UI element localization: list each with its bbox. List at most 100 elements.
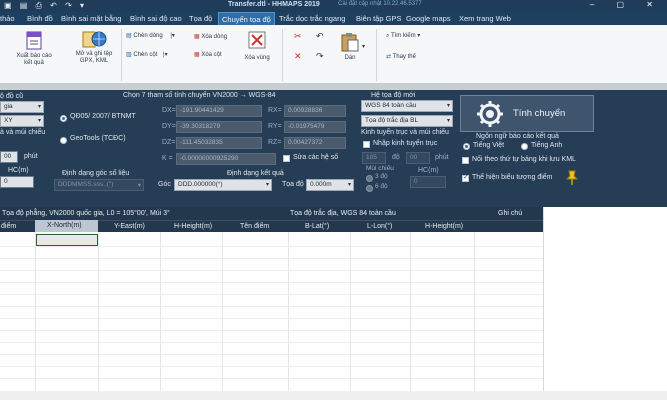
col-header-h-height[interactable]: H-Height(m) — [174, 223, 212, 230]
dy-label: DY= — [162, 123, 176, 130]
tab-profiles[interactable]: Trắc dọc trắc ngang — [279, 14, 345, 23]
new-type-select[interactable]: Tọa độ trắc địa BL ▾ — [361, 115, 453, 127]
pushpin-icon[interactable] — [566, 170, 578, 186]
table-row[interactable] — [0, 294, 543, 295]
export-report-button[interactable]: Xuất báo cáo kết quả — [14, 31, 54, 67]
tab-edit[interactable]: thảo — [0, 14, 15, 23]
hc-input[interactable]: 0 — [0, 176, 34, 188]
update-notice[interactable]: Cài đặt cập nhật 10.22.46.5377 — [338, 1, 422, 7]
selected-cell[interactable] — [36, 234, 98, 246]
tab-map[interactable]: Bình đồ — [27, 14, 53, 23]
table-row[interactable] — [0, 306, 543, 307]
convert-label: Tính chuyển — [513, 108, 566, 119]
old-coord-label: ộ đồ cũ — [0, 93, 23, 100]
geotools-radio[interactable] — [60, 137, 67, 144]
ry-input[interactable]: -0.01975479 — [284, 121, 346, 133]
notes-header: Ghi chú — [498, 210, 523, 217]
dy-input[interactable]: -39.30318279 — [176, 121, 262, 133]
find-button[interactable]: ⌕ Tìm kiếm ▾ — [386, 32, 420, 40]
tab-gps-editing[interactable]: Biên tập GPS — [356, 14, 401, 23]
delete-row-label: Xóa dòng — [201, 34, 228, 40]
tab-web-page[interactable]: Xem trang Web — [459, 14, 511, 23]
tab-vertical-adjustment[interactable]: Bình sai độ cao — [130, 14, 182, 23]
table-row[interactable] — [0, 258, 543, 259]
result-angle-value: DDD.000000(°) — [178, 181, 223, 188]
result-coord-select[interactable]: 0.000m ▾ — [306, 179, 354, 191]
angle-format-select[interactable]: DDDMMSS.sss..(") ▾ — [54, 179, 144, 191]
new-system-select[interactable]: WGS 84 toàn cầu ▾ — [361, 100, 453, 112]
replace-button[interactable]: ⇄ Thay thế — [386, 53, 416, 60]
minute-input[interactable]: 00 — [406, 152, 430, 164]
cut-icon[interactable]: ✂ — [294, 31, 302, 42]
lang-en-label: Tiếng Anh — [531, 142, 563, 149]
undo-icon[interactable]: ↶ — [316, 31, 324, 42]
lang-en-radio[interactable] — [521, 143, 528, 150]
delete-column-button[interactable]: ▦ Xóa cột — [194, 51, 222, 58]
k-label: K = — [162, 155, 173, 162]
col-header-b-lat[interactable]: B-Lat(°) — [305, 223, 329, 230]
table-row[interactable] — [0, 330, 543, 331]
kml-order-checkbox[interactable] — [462, 157, 469, 164]
table-row[interactable] — [0, 366, 543, 367]
tab-horizontal-adjustment[interactable]: Bình sai mặt bằng — [61, 14, 121, 23]
rx-input[interactable]: 0.00928836 — [284, 105, 346, 117]
lang-vi-radio[interactable] — [463, 143, 470, 150]
edit-params-label: Sửa các hệ số — [293, 154, 339, 161]
tab-coordinates[interactable]: Tọa độ — [189, 14, 212, 23]
input-meridian-checkbox[interactable] — [363, 141, 370, 148]
ribbon-separator — [282, 29, 283, 81]
report-lang-label: Ngôn ngữ báo cáo kết quả — [476, 133, 559, 140]
degree-label: độ — [392, 154, 400, 161]
insert-column-button[interactable]: ▥ Chèn cột |▾ — [126, 51, 168, 58]
table-row[interactable] — [0, 354, 543, 355]
dz-input[interactable]: -111.45032835 — [176, 137, 262, 149]
minutes-input[interactable]: 00 — [0, 151, 18, 163]
quick-access-toolbar[interactable]: ▣ ▤ ⎙ ↶ ↷ ▾ — [4, 1, 87, 11]
table-row[interactable] — [0, 246, 543, 247]
delete-icon[interactable]: ✕ — [294, 51, 302, 62]
hc-new-input[interactable]: 0 — [410, 176, 446, 188]
table-row[interactable] — [0, 342, 543, 343]
col-header-h-height-wgs[interactable]: H-Height(m) — [425, 223, 463, 230]
rz-input[interactable]: 0.00427372 — [284, 137, 346, 149]
window-controls[interactable]: – ▢ ✕ — [590, 0, 663, 9]
dropdown-icon: ▾ — [417, 33, 421, 39]
degree-input[interactable]: 105 — [362, 152, 386, 164]
coord-type-select[interactable]: XY ▾ — [0, 115, 44, 127]
title-bar: ▣ ▤ ⎙ ↶ ↷ ▾ Transfer.dtl - HHMAPS 2019 C… — [0, 0, 667, 12]
group-left-header: Tọa độ phẳng, VN2000 quốc gia, L0 = 105°… — [2, 210, 170, 217]
delete-row-button[interactable]: ▦ Xóa dòng — [194, 33, 227, 40]
paste-button[interactable]: Dán — [336, 31, 364, 61]
edit-params-checkbox[interactable] — [283, 155, 290, 162]
show-symbol-label: Thể hiện biểu tượng điểm — [472, 174, 553, 181]
result-angle-select[interactable]: DDD.000000(°) ▾ — [174, 179, 272, 191]
col-header-point-name[interactable]: Tên điểm — [240, 223, 269, 230]
gps-kml-button[interactable]: Mở và ghi tệp GPX, KML — [70, 29, 118, 65]
qd05-radio[interactable] — [60, 115, 67, 122]
old-system-select[interactable]: gia ▾ — [0, 101, 44, 113]
k-input[interactable]: -0.00000000925290 — [176, 153, 276, 165]
delete-area-button[interactable]: Xóa vùng — [240, 31, 274, 61]
convert-button[interactable]: Tính chuyển — [460, 95, 594, 132]
tab-google-maps[interactable]: Google maps — [406, 14, 451, 23]
table-row[interactable] — [0, 270, 543, 271]
table-row[interactable] — [0, 378, 543, 379]
ribbon-separator — [376, 29, 377, 81]
ribbon-separator — [121, 29, 122, 81]
show-symbol-checkbox[interactable] — [462, 173, 469, 182]
redo-icon[interactable]: ↷ — [316, 51, 324, 62]
dropdown-icon: |▾ — [170, 33, 175, 39]
table-row[interactable] — [0, 318, 543, 319]
insert-row-button[interactable]: ▤ Chèn dòng |▾ — [126, 32, 175, 39]
col-header-x-north[interactable]: X-North(m) — [35, 220, 98, 232]
paste-dropdown-icon[interactable]: ▾ — [362, 43, 365, 50]
zone6-radio[interactable] — [366, 185, 373, 192]
col-header-y-east[interactable]: Y-East(m) — [114, 223, 145, 230]
table-row[interactable] — [0, 282, 543, 283]
tab-coordinate-transform[interactable]: Chuyển tọa độ — [218, 12, 275, 25]
dx-input[interactable]: -191.90441429 — [176, 105, 262, 117]
col-header-l-lon[interactable]: L-Lon(°) — [367, 223, 392, 230]
rz-label: RZ= — [268, 139, 282, 146]
col-header-point[interactable]: điểm — [1, 223, 16, 230]
zone3-radio[interactable] — [366, 175, 373, 182]
